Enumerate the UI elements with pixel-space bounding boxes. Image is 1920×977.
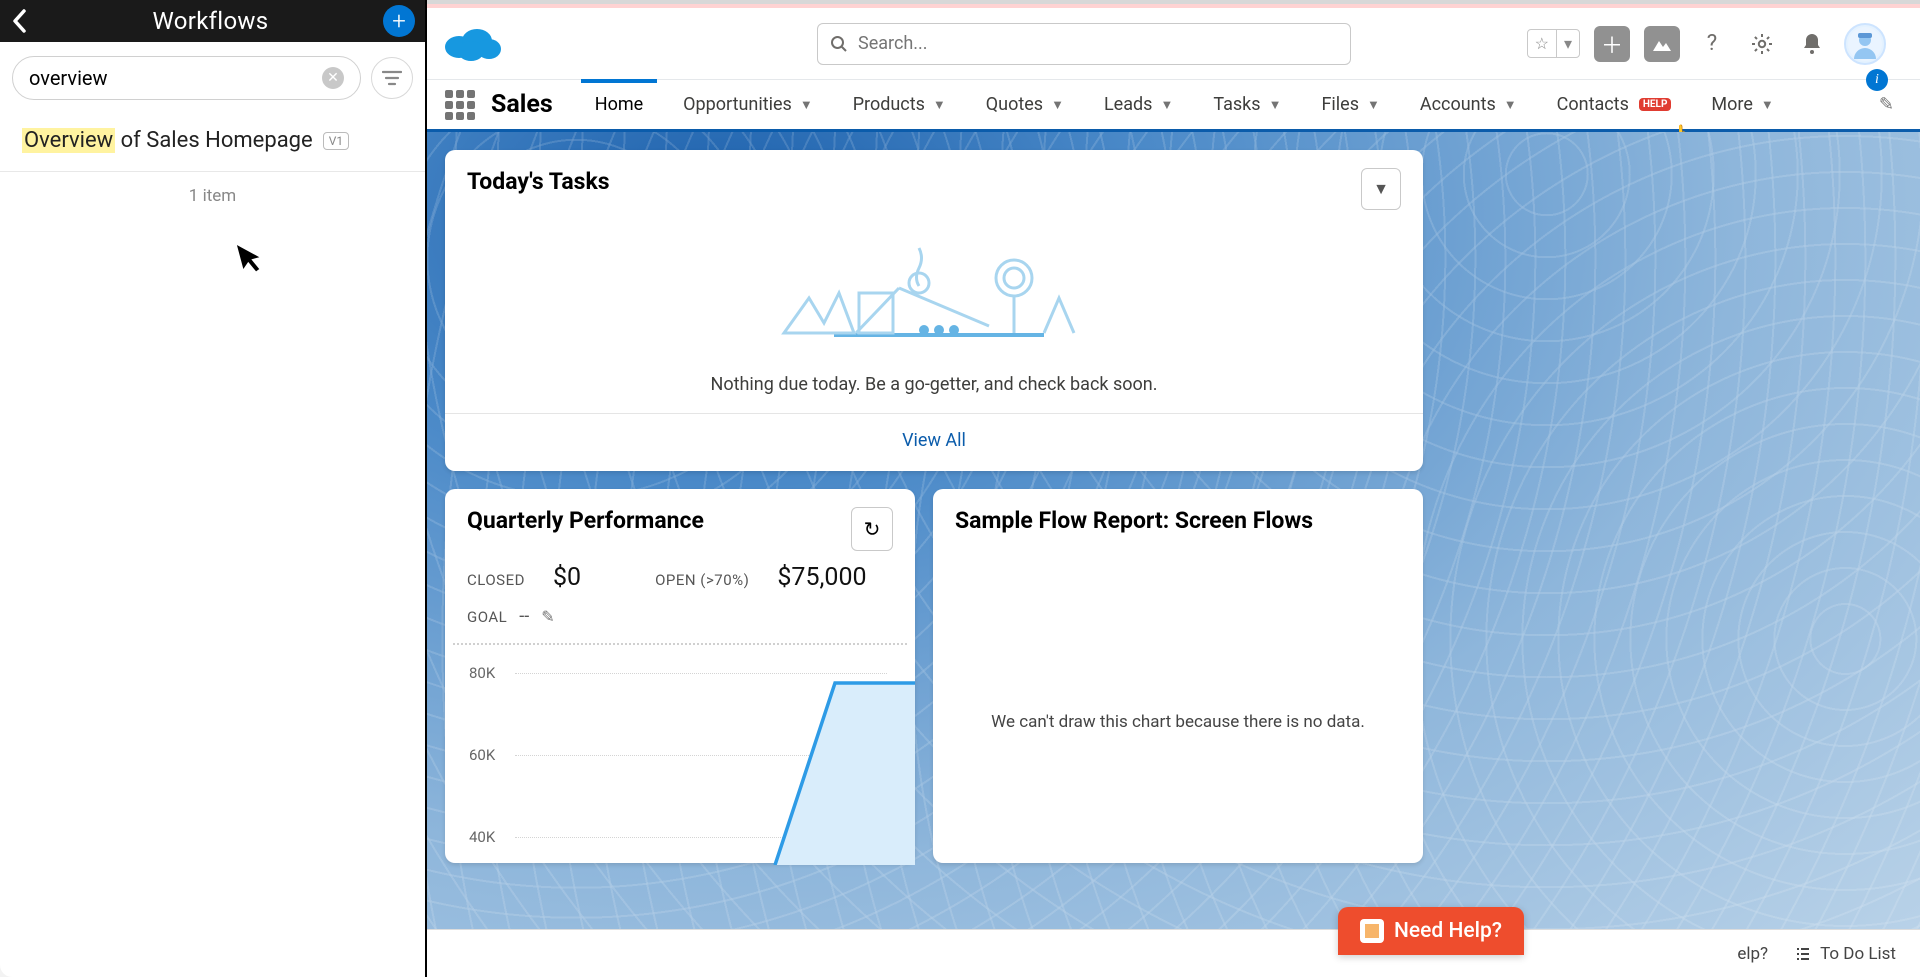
nav-tab-opportunities[interactable]: Opportunities▼ (667, 80, 829, 129)
sidebar-search-box[interactable]: ✕ (12, 56, 361, 100)
favorites-split-button[interactable]: ☆ ▾ (1527, 29, 1580, 58)
app-name: Sales (491, 90, 553, 119)
chevron-down-icon[interactable]: ▼ (1160, 97, 1173, 113)
app-launcher-icon[interactable] (445, 90, 475, 120)
nav-tab-more[interactable]: More▼ (1695, 80, 1789, 129)
sidebar-search-row: ✕ (0, 42, 425, 114)
tasks-title: Today's Tasks (467, 168, 610, 195)
sidebar-search-input[interactable] (29, 66, 322, 90)
nav-tab-files[interactable]: Files▼ (1305, 80, 1395, 129)
qp-title: Quarterly Performance (467, 507, 704, 534)
chevron-down-icon[interactable]: ▼ (933, 97, 946, 113)
sidebar-title: Workflows (38, 7, 383, 35)
app-navbar: Sales Home Opportunities▼ Products▼ Quot… (427, 80, 1920, 132)
chevron-down-icon[interactable]: ▼ (1504, 97, 1517, 113)
sample-flow-report-card: Sample Flow Report: Screen Flows We can'… (933, 489, 1423, 863)
salesforce-logo (441, 21, 503, 67)
footer-todo-list[interactable]: To Do List (1794, 944, 1896, 964)
help-icon[interactable]: ? (1694, 26, 1730, 62)
sidebar-body (0, 220, 425, 977)
nav-tab-tasks[interactable]: Tasks▼ (1197, 80, 1297, 129)
chevron-down-icon[interactable]: ▼ (1367, 97, 1380, 113)
edit-goal-icon[interactable]: ✎ (541, 607, 554, 626)
chevron-down-icon[interactable]: ▼ (1051, 97, 1064, 113)
qp-chart: 80K 60K 40K (453, 643, 907, 863)
salesforce-app: ☆ ▾ ＋ ? i Sales Home Opportunities▼ P (427, 0, 1920, 977)
nav-tab-home[interactable]: Home (579, 80, 659, 129)
no-data-text: We can't draw this chart because there i… (933, 542, 1423, 732)
cursor-icon (232, 235, 271, 288)
info-badge-icon[interactable]: i (1866, 69, 1888, 91)
utility-bar: elp? To Do List (427, 929, 1920, 977)
notification-bell-icon[interactable] (1794, 26, 1830, 62)
chevron-down-icon[interactable]: ▾ (1556, 30, 1579, 57)
nav-tab-leads[interactable]: Leads▼ (1088, 80, 1189, 129)
add-workflow-button[interactable]: + (383, 5, 415, 37)
empty-illustration (445, 218, 1423, 368)
refresh-button[interactable]: ↻ (851, 507, 893, 551)
user-avatar[interactable]: i (1844, 23, 1886, 65)
global-add-button[interactable]: ＋ (1594, 26, 1630, 62)
result-text: Overview of Sales Homepage (22, 128, 313, 153)
footer-help[interactable]: elp? (1737, 944, 1768, 964)
setup-gear-icon[interactable] (1744, 26, 1780, 62)
goal-value: -- (519, 606, 529, 627)
workflow-result-item[interactable]: Overview of Sales Homepage V1 (0, 114, 425, 172)
header-actions: ☆ ▾ ＋ ? i (1527, 23, 1886, 65)
home-canvas: Today's Tasks ▼ (427, 132, 1920, 977)
global-search[interactable] (817, 23, 1351, 65)
trailhead-icon[interactable] (1644, 26, 1680, 62)
tasks-empty-text: Nothing due today. Be a go-getter, and c… (445, 368, 1423, 413)
sidebar-header: Workflows + (0, 0, 425, 42)
todays-tasks-card: Today's Tasks ▼ (445, 150, 1423, 471)
goal-label: GOAL (467, 608, 507, 626)
tasks-view-all-link[interactable]: View All (445, 413, 1423, 471)
list-icon (1794, 945, 1812, 963)
workflows-sidebar: Workflows + ✕ Overview of Sales Homepage… (0, 0, 427, 977)
version-badge: V1 (323, 132, 349, 150)
star-icon[interactable]: ☆ (1528, 30, 1556, 57)
back-button[interactable] (10, 7, 28, 35)
help-badge: HELP (1639, 98, 1672, 111)
global-search-input[interactable] (858, 33, 1338, 54)
global-header: ☆ ▾ ＋ ? i (427, 8, 1920, 80)
tasks-menu-button[interactable]: ▼ (1361, 168, 1401, 210)
filter-button[interactable] (371, 57, 413, 99)
quarterly-performance-card: Quarterly Performance ↻ CLOSED $0 OPEN (… (445, 489, 915, 863)
edit-nav-icon[interactable]: ✎ (1871, 94, 1902, 115)
nav-tab-products[interactable]: Products▼ (837, 80, 962, 129)
qp-metrics: CLOSED $0 OPEN (>70%) $75,000 (445, 559, 915, 602)
chevron-down-icon[interactable]: ▼ (800, 97, 813, 113)
nav-tab-contacts[interactable]: ContactsHELP👆 (1541, 80, 1688, 129)
stop-icon (1360, 919, 1384, 943)
search-icon (830, 35, 848, 53)
result-count: 1 item (0, 172, 425, 220)
nav-tab-quotes[interactable]: Quotes▼ (970, 80, 1080, 129)
chevron-down-icon[interactable]: ▼ (1761, 97, 1774, 113)
need-help-button[interactable]: Need Help? (1338, 907, 1524, 955)
nav-tab-accounts[interactable]: Accounts▼ (1404, 80, 1533, 129)
y-tick: 80K (469, 664, 495, 682)
sf-title: Sample Flow Report: Screen Flows (955, 507, 1313, 534)
clear-search-icon[interactable]: ✕ (322, 67, 344, 89)
y-tick: 40K (469, 828, 495, 846)
y-tick: 60K (469, 746, 495, 764)
chevron-down-icon[interactable]: ▼ (1269, 97, 1282, 113)
